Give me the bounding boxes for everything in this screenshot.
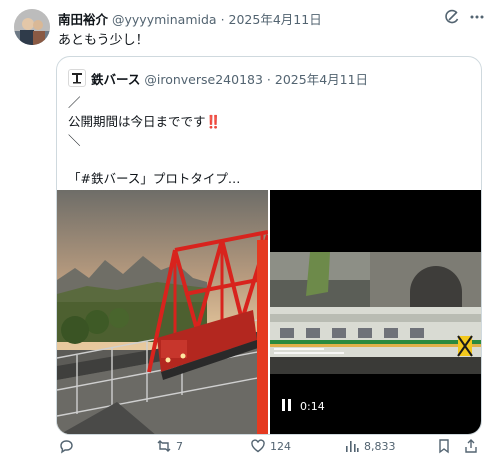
quoted-separator: ·: [266, 72, 271, 87]
quoted-header: 鉄バース @ironverse240183 · 2025年4月11日: [91, 69, 368, 88]
quoted-author-name[interactable]: 鉄バース: [91, 72, 140, 87]
quoted-line-4: 「#鉄バース」プロトタイプ…: [68, 171, 241, 186]
action-bar: 7 124 8,833: [58, 438, 487, 460]
more-icon[interactable]: [468, 8, 486, 26]
bookmark-button[interactable]: [436, 438, 452, 454]
post-date[interactable]: 2025年4月11日: [229, 12, 322, 27]
quoted-author-avatar[interactable]: [68, 69, 86, 87]
like-count: 124: [270, 439, 291, 453]
quoted-author-handle[interactable]: @ironverse240183: [144, 72, 263, 87]
share-button[interactable]: [463, 438, 479, 454]
quoted-line-2: 公開期間は今日までです: [68, 114, 206, 129]
double-exclamation-icon: ‼️: [205, 114, 222, 129]
author-avatar[interactable]: [14, 9, 50, 45]
repost-count: 7: [176, 439, 183, 453]
like-button[interactable]: 124: [250, 438, 291, 454]
author-handle[interactable]: @yyyyminamida: [112, 12, 217, 27]
pause-icon[interactable]: [282, 399, 292, 414]
header-separator: ·: [220, 12, 225, 27]
like-icon: [251, 439, 265, 453]
video-player[interactable]: 0:14: [270, 190, 481, 434]
author-name[interactable]: 南田裕介: [58, 12, 108, 27]
views-icon: [346, 441, 359, 452]
repost-icon: [157, 440, 171, 452]
quoted-line-3: ＼: [68, 133, 81, 148]
quoted-post[interactable]: 鉄バース @ironverse240183 · 2025年4月11日 ／ 公開期…: [56, 56, 482, 435]
video-controls: 0:14: [282, 399, 325, 414]
share-icon: [465, 439, 477, 453]
grok-icon[interactable]: [443, 8, 461, 26]
media-grid: 0:14: [57, 190, 481, 434]
reply-button[interactable]: [58, 438, 78, 454]
quoted-line-1: ／: [68, 95, 81, 110]
bookmark-icon: [439, 439, 449, 454]
quoted-date[interactable]: 2025年4月11日: [275, 72, 368, 87]
train-bridge-image[interactable]: [57, 190, 268, 434]
post-header: 南田裕介 @yyyyminamida · 2025年4月11日: [58, 9, 459, 28]
views-button[interactable]: 8,833: [344, 438, 396, 454]
quoted-text: ／ 公開期間は今日までです‼️ ＼ 「#鉄バース」プロトタイプ…: [68, 93, 240, 188]
views-count: 8,833: [364, 439, 396, 453]
reply-icon: [60, 440, 73, 454]
post-text: あともう少し！: [58, 33, 149, 48]
repost-button[interactable]: 7: [156, 438, 183, 454]
video-timestamp: 0:14: [300, 400, 325, 413]
